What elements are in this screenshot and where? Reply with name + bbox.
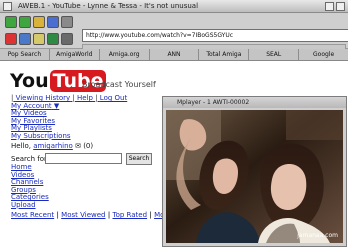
- video-image: [166, 110, 343, 243]
- hello-label: Hello,: [11, 142, 31, 150]
- tab-most-viewed[interactable]: Most Viewed: [61, 211, 105, 219]
- hotlist-icon[interactable]: [47, 16, 59, 28]
- help-link[interactable]: Help: [77, 94, 93, 102]
- logout-link[interactable]: Log Out: [100, 94, 127, 102]
- reload-icon[interactable]: [19, 33, 31, 45]
- bookmark-item[interactable]: AmigaWorld: [50, 49, 100, 60]
- search-icon[interactable]: [61, 16, 73, 28]
- tab-most-recent[interactable]: Most Recent: [11, 211, 54, 219]
- mail-count: (0): [83, 142, 94, 150]
- bookmark-item[interactable]: ANN: [150, 49, 200, 60]
- zoom-gadget[interactable]: [336, 2, 345, 11]
- save-icon[interactable]: [33, 33, 45, 45]
- tab-top-rated[interactable]: Top Rated: [113, 211, 148, 219]
- mplayer-title: Mplayer - 1 AWTI-00002: [177, 99, 250, 106]
- bookmark-item[interactable]: SEAL: [249, 49, 300, 60]
- tagline: Broadcast Yourself: [82, 80, 156, 89]
- video-frame[interactable]: jamanaa.com: [166, 110, 343, 243]
- logo-you: You: [10, 70, 49, 92]
- my-subscriptions-link[interactable]: My Subscriptions: [11, 132, 127, 141]
- print-icon[interactable]: [47, 33, 59, 45]
- search-label: Search for: [11, 155, 47, 163]
- video-watermark: jamanaa.com: [297, 232, 338, 239]
- home-icon[interactable]: [33, 16, 45, 28]
- nav-links: Home Videos Channels Groups Categories U…: [11, 163, 49, 210]
- search-button[interactable]: Search: [126, 153, 152, 165]
- settings-icon[interactable]: [61, 33, 73, 45]
- window-title: AWEB.1 - YouTube - Lynne & Tessa - It's …: [18, 2, 199, 10]
- toolbar: http://www.youtube.com/watch?v=7IBoGS5GY…: [0, 13, 348, 56]
- bookmark-item[interactable]: Amiga.org: [100, 49, 150, 60]
- mplayer-window[interactable]: Mplayer - 1 AWTI-00002 jamanaa.com: [162, 96, 347, 247]
- mail-icon[interactable]: ✉: [75, 142, 81, 150]
- hello-line: Hello, amigarhino ✉ (0): [11, 142, 93, 150]
- account-links: | Viewing History | Help | Log Out My Ac…: [11, 94, 128, 141]
- search-input[interactable]: [45, 153, 122, 164]
- depth-gadget[interactable]: [325, 2, 334, 11]
- bookmark-item[interactable]: Pop Search: [0, 49, 50, 60]
- nav-upload[interactable]: Upload: [11, 201, 49, 210]
- bookmarks-bar: Pop Search AmigaWorld Amiga.org ANN Tota…: [0, 49, 348, 61]
- username-link[interactable]: amigarhino: [33, 142, 73, 150]
- stop-icon[interactable]: [5, 33, 17, 45]
- bookmark-item[interactable]: Google: [299, 49, 348, 60]
- mplayer-titlebar[interactable]: Mplayer - 1 AWTI-00002: [163, 97, 346, 108]
- back-arrow-icon[interactable]: [5, 16, 17, 28]
- url-input[interactable]: http://www.youtube.com/watch?v=7IBoGS5GY…: [82, 29, 348, 42]
- dropdown-arrow-icon[interactable]: ▼: [54, 102, 59, 110]
- bookmark-item[interactable]: Total Amiga: [199, 49, 250, 60]
- close-gadget[interactable]: [3, 2, 12, 11]
- window-titlebar: AWEB.1 - YouTube - Lynne & Tessa - It's …: [0, 0, 348, 13]
- forward-arrow-icon[interactable]: [19, 16, 31, 28]
